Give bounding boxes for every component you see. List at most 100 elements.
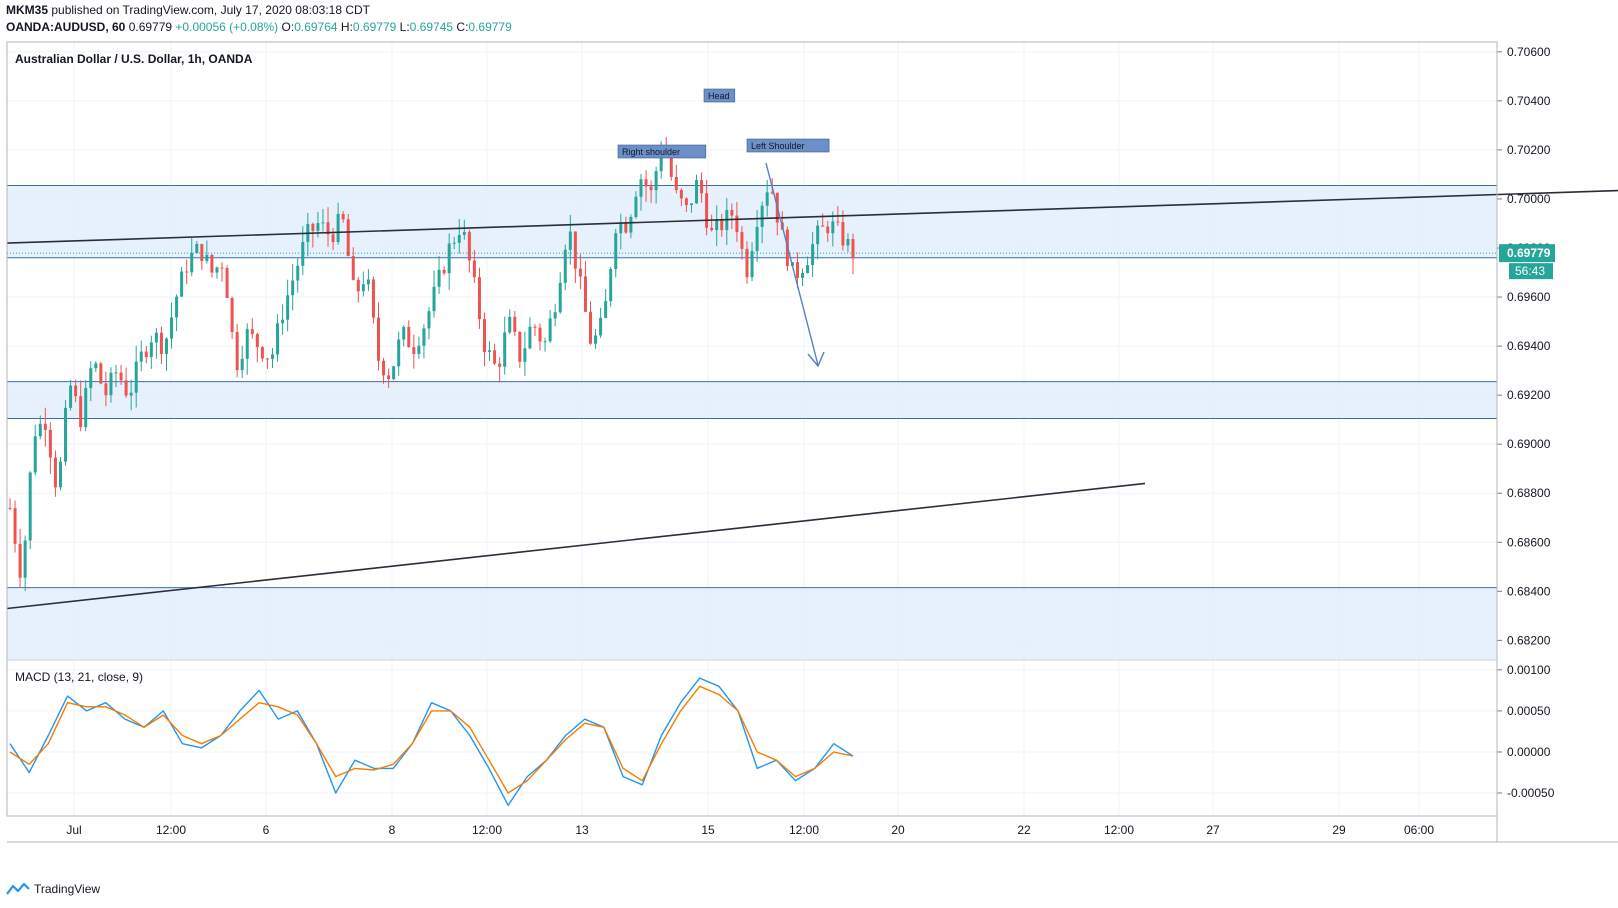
- candle-body: [795, 262, 799, 278]
- y-tick-label: 0.69600: [1507, 290, 1551, 304]
- candle-body: [210, 254, 214, 273]
- candle-body: [806, 264, 810, 273]
- candle-body: [13, 508, 17, 544]
- candle-body: [573, 231, 577, 269]
- candle-body: [205, 254, 209, 262]
- main-chart-title: Australian Dollar / U.S. Dollar, 1h, OAN…: [15, 52, 253, 66]
- y-tick-label: 0.68800: [1507, 486, 1551, 500]
- countdown-text: 56:43: [1515, 264, 1545, 278]
- candle-body: [109, 372, 113, 396]
- candle-body: [589, 311, 593, 344]
- candle-body: [543, 341, 547, 343]
- candle-body: [493, 350, 497, 364]
- candle-body: [700, 180, 704, 194]
- candle-body: [53, 457, 57, 488]
- candle-body: [281, 319, 285, 324]
- candle-body: [629, 216, 633, 233]
- candle-body: [74, 385, 78, 397]
- candle-body: [816, 225, 820, 245]
- candle-body: [553, 312, 557, 319]
- candle-body: [84, 388, 88, 428]
- candle-body: [710, 227, 714, 231]
- macd-line: [9, 677, 854, 806]
- candle-body: [483, 319, 487, 353]
- x-tick-label: 12:00: [1104, 823, 1134, 837]
- x-tick-label: 22: [1017, 823, 1031, 837]
- candle-body: [94, 363, 98, 369]
- pattern-label-text: Head: [708, 91, 730, 101]
- candle-body: [336, 214, 340, 243]
- candle-body: [599, 317, 603, 336]
- candle-body: [376, 317, 380, 361]
- candle-body: [387, 375, 391, 380]
- candle-body: [38, 423, 42, 437]
- x-tick-label: 13: [575, 823, 589, 837]
- candle-body: [200, 244, 204, 262]
- candle-body: [99, 363, 103, 384]
- x-tick-label: 15: [701, 823, 715, 837]
- chart-area[interactable]: Head Right shoulder Left Shoulder Jul 12:00…: [0, 0, 1618, 908]
- x-tick-label: 12:00: [789, 823, 819, 837]
- candle-body: [634, 196, 638, 217]
- candle-body: [841, 222, 845, 246]
- candle-body: [513, 316, 517, 332]
- candle-body: [614, 233, 618, 270]
- macd-tick-label: -0.00050: [1507, 786, 1555, 800]
- candle-body: [23, 540, 27, 578]
- candle-body: [124, 380, 128, 396]
- candle-body: [139, 351, 143, 362]
- current-price-text: 0.69779: [1507, 246, 1551, 260]
- candle-body: [235, 332, 239, 371]
- x-tick-label: 6: [263, 823, 270, 837]
- y-tick-label: 0.69000: [1507, 437, 1551, 451]
- candle-body: [558, 282, 562, 313]
- macd-tick-label: 0.00050: [1507, 704, 1551, 718]
- candle-body: [604, 301, 608, 318]
- candle-body: [321, 222, 325, 224]
- candle-body: [316, 223, 320, 231]
- candle-body: [311, 223, 315, 231]
- x-tick-label: 29: [1332, 823, 1346, 837]
- candle-body: [705, 193, 709, 228]
- candle-body: [811, 244, 815, 265]
- candle-body: [407, 326, 411, 348]
- x-tick-label: 8: [389, 823, 396, 837]
- candle-body: [472, 260, 476, 278]
- candle-body: [427, 311, 431, 329]
- y-tick-label: 0.70000: [1507, 192, 1551, 206]
- candle-body: [831, 221, 835, 234]
- y-tick-label: 0.70400: [1507, 94, 1551, 108]
- candle-body: [467, 231, 471, 261]
- candle-body: [760, 205, 764, 227]
- candle-body: [129, 392, 133, 396]
- price-chart-svg[interactable]: Head Right shoulder Left Shoulder Jul 12:00…: [0, 0, 1618, 880]
- tradingview-logo-icon: [6, 882, 30, 895]
- candle-body: [730, 209, 734, 216]
- pattern-label-text: Right shoulder: [622, 147, 680, 157]
- candle-body: [397, 339, 401, 367]
- macd-tick-label: 0.00100: [1507, 663, 1551, 677]
- candle-body: [392, 366, 396, 380]
- candle-body: [649, 186, 653, 191]
- y-tick-label: 0.68600: [1507, 535, 1551, 549]
- candle-body: [356, 279, 360, 292]
- candle-body: [144, 351, 148, 358]
- candle-body: [58, 461, 62, 488]
- candle-body: [548, 318, 552, 342]
- candle-body: [250, 329, 254, 335]
- candle-body: [735, 215, 739, 233]
- candle-body: [331, 234, 335, 243]
- x-tick-label: 06:00: [1404, 823, 1434, 837]
- candle-body: [371, 279, 375, 318]
- candle-body: [503, 332, 507, 367]
- candle-body: [533, 326, 537, 328]
- candle-body: [104, 383, 108, 396]
- candle-body: [79, 396, 83, 428]
- candle-body: [801, 272, 805, 278]
- x-tick-label: 12:00: [472, 823, 502, 837]
- candle-body: [366, 279, 370, 285]
- candle-body: [412, 347, 416, 355]
- tradingview-brand-text[interactable]: TradingView: [34, 882, 100, 896]
- candle-body: [578, 268, 582, 277]
- zone-rect: [7, 587, 1497, 660]
